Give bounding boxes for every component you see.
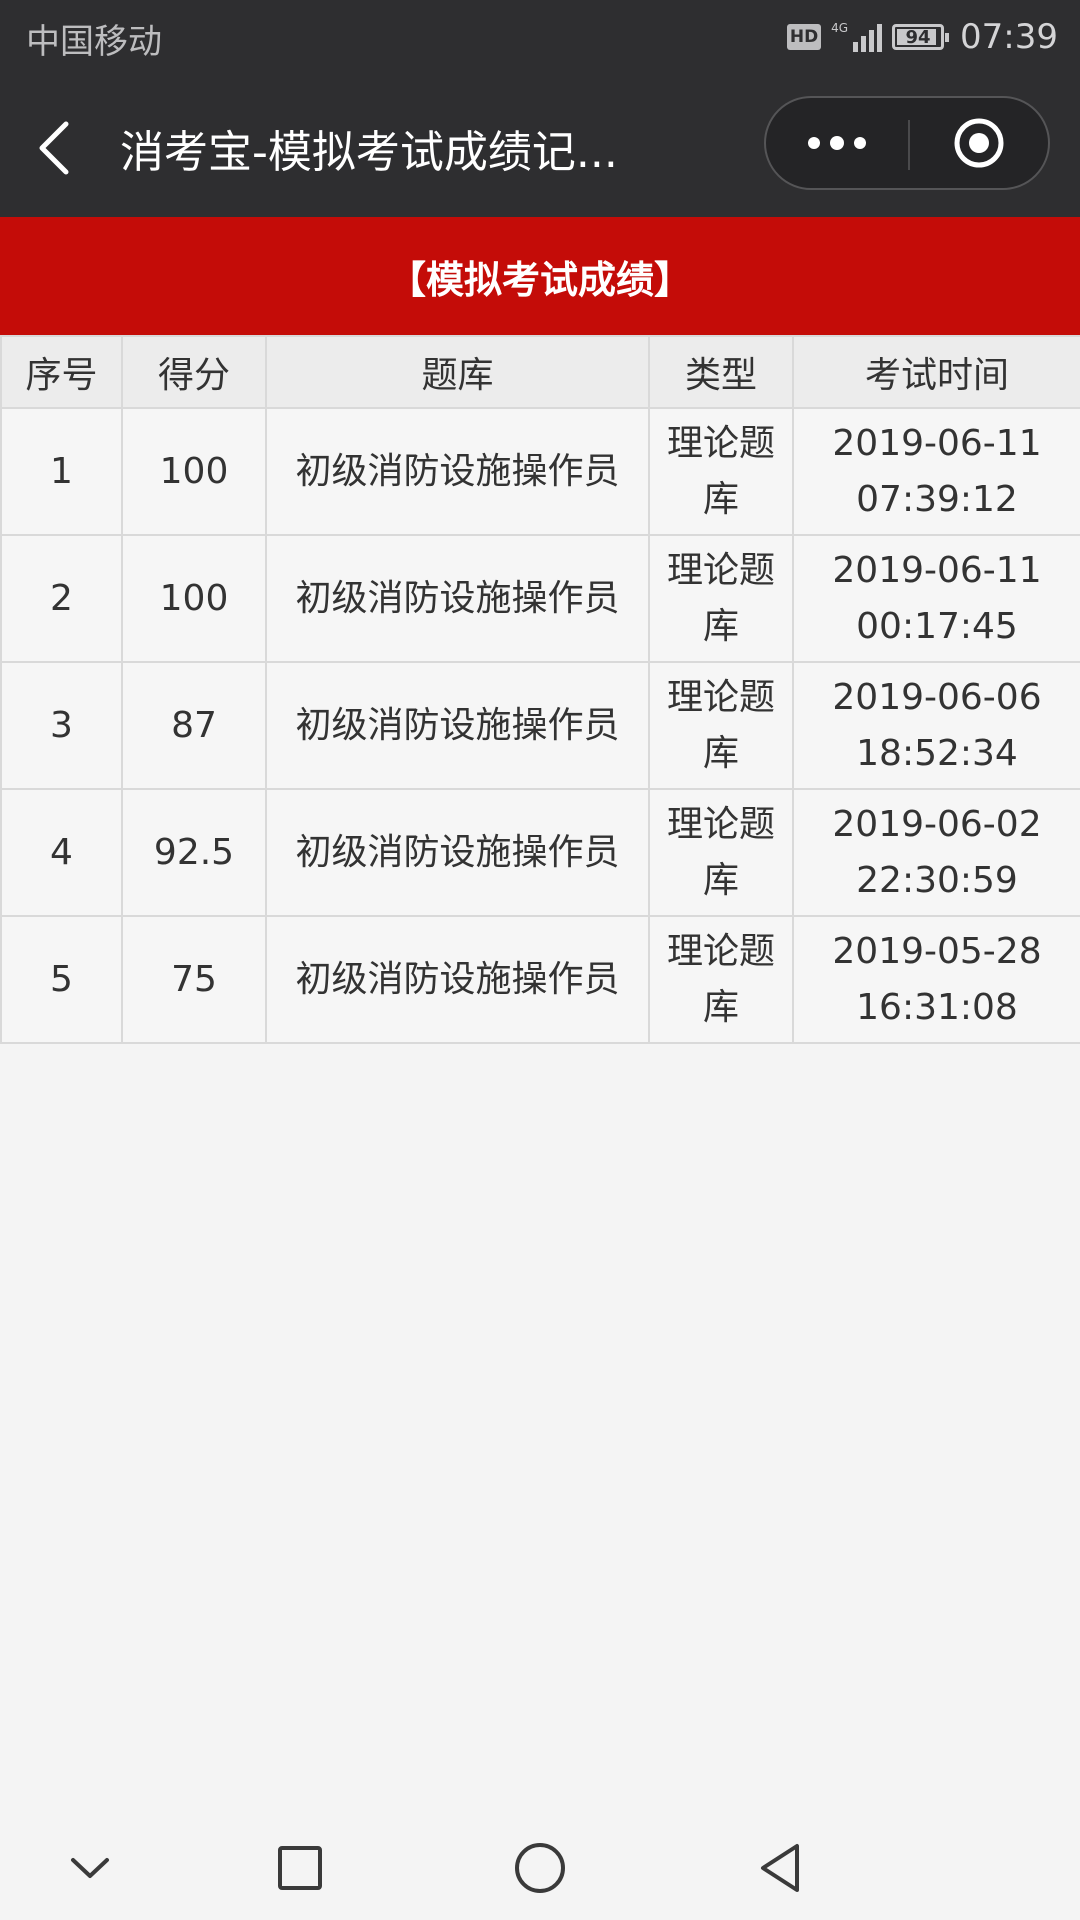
battery-icon: 94 <box>892 24 950 50</box>
cell-exam-time: 2019-06-06 18:52:34 <box>792 661 1080 790</box>
network-type-label: 4G <box>831 21 849 35</box>
cell-type: 理论题库 <box>648 534 794 663</box>
exam-date: 2019-06-02 <box>832 803 1042 845</box>
scores-table-container: 序号 得分 题库 类型 考试时间 1 100 初级消防设施操作员 理论题库 20… <box>0 335 1080 1044</box>
cell-index: 2 <box>0 534 123 663</box>
cell-type: 理论题库 <box>648 788 794 917</box>
cell-exam-time: 2019-05-28 16:31:08 <box>792 915 1080 1044</box>
cell-exam-time: 2019-06-02 22:30:59 <box>792 788 1080 917</box>
signal-icon: 4G <box>831 21 883 52</box>
page-title: 消考宝-模拟考试成绩记... <box>120 127 618 178</box>
cell-score: 100 <box>121 407 267 536</box>
more-dots-icon <box>808 137 820 149</box>
chevron-down-icon <box>71 1858 109 1878</box>
table-header-row: 序号 得分 题库 类型 考试时间 <box>0 335 1080 409</box>
cell-bank: 初级消防设施操作员 <box>265 788 650 917</box>
cell-bank: 初级消防设施操作员 <box>265 534 650 663</box>
exam-clock: 07:39:12 <box>856 478 1018 520</box>
cell-type: 理论题库 <box>648 661 794 790</box>
scores-table: 序号 得分 题库 类型 考试时间 1 100 初级消防设施操作员 理论题库 20… <box>0 335 1080 1044</box>
header-bank: 题库 <box>265 335 650 409</box>
cell-score: 87 <box>121 661 267 790</box>
cell-score: 100 <box>121 534 267 663</box>
home-button[interactable] <box>510 1838 570 1898</box>
clock: 07:39 <box>960 17 1058 57</box>
table-row[interactable]: 3 87 初级消防设施操作员 理论题库 2019-06-06 18:52:34 <box>0 661 1080 790</box>
back-nav-button[interactable] <box>750 1838 810 1898</box>
header-type: 类型 <box>648 335 794 409</box>
exam-date: 2019-06-11 <box>832 422 1042 464</box>
cell-type: 理论题库 <box>648 915 794 1044</box>
close-mini-program-button[interactable] <box>910 98 1048 188</box>
cell-exam-time: 2019-06-11 07:39:12 <box>792 407 1080 536</box>
exam-date: 2019-05-28 <box>832 930 1042 972</box>
table-row[interactable]: 4 92.5 初级消防设施操作员 理论题库 2019-06-02 22:30:59 <box>0 788 1080 917</box>
table-row[interactable]: 5 75 初级消防设施操作员 理论题库 2019-05-28 16:31:08 <box>0 915 1080 1044</box>
system-nav-bar <box>0 1818 1080 1920</box>
hd-icon: HD <box>787 24 822 50</box>
exam-clock: 18:52:34 <box>856 732 1018 774</box>
square-recents-icon <box>278 1846 322 1890</box>
cell-index: 4 <box>0 788 123 917</box>
cell-index: 1 <box>0 407 123 536</box>
table-row[interactable]: 1 100 初级消防设施操作员 理论题库 2019-06-11 07:39:12 <box>0 407 1080 536</box>
chevron-left-icon <box>39 121 69 175</box>
exam-clock: 16:31:08 <box>856 986 1018 1028</box>
exam-date: 2019-06-06 <box>832 676 1042 718</box>
cell-exam-time: 2019-06-11 00:17:45 <box>792 534 1080 663</box>
recents-button[interactable] <box>270 1838 330 1898</box>
cell-bank: 初级消防设施操作员 <box>265 407 650 536</box>
battery-level: 94 <box>905 26 931 48</box>
hide-nav-button[interactable] <box>60 1838 120 1898</box>
more-dot <box>854 137 866 149</box>
cell-index: 5 <box>0 915 123 1044</box>
carrier-name: 中国移动 <box>26 22 162 62</box>
mini-program-nav-bar: 消考宝-模拟考试成绩记... <box>0 78 1080 217</box>
status-icons: HD 4G 94 07:39 <box>787 12 1058 62</box>
page-banner: 【模拟考试成绩】 <box>0 217 1080 335</box>
target-circle-icon <box>954 118 1004 168</box>
circle-home-icon <box>515 1843 565 1893</box>
cell-score: 92.5 <box>121 788 267 917</box>
exam-clock: 00:17:45 <box>856 605 1018 647</box>
header-score: 得分 <box>121 335 267 409</box>
exam-date: 2019-06-11 <box>832 549 1042 591</box>
more-button[interactable] <box>766 98 908 188</box>
back-button[interactable] <box>30 116 90 180</box>
cell-type: 理论题库 <box>648 407 794 536</box>
table-row[interactable]: 2 100 初级消防设施操作员 理论题库 2019-06-11 00:17:45 <box>0 534 1080 663</box>
cell-bank: 初级消防设施操作员 <box>265 915 650 1044</box>
header-exam-time: 考试时间 <box>792 335 1080 409</box>
cell-index: 3 <box>0 661 123 790</box>
header-index: 序号 <box>0 335 123 409</box>
cell-score: 75 <box>121 915 267 1044</box>
status-bar: 中国移动 HD 4G 94 07:39 <box>0 0 1080 78</box>
capsule-menu <box>764 96 1050 190</box>
cell-bank: 初级消防设施操作员 <box>265 661 650 790</box>
triangle-back-icon <box>761 1844 799 1892</box>
exam-clock: 22:30:59 <box>856 859 1018 901</box>
more-dot <box>830 136 844 150</box>
